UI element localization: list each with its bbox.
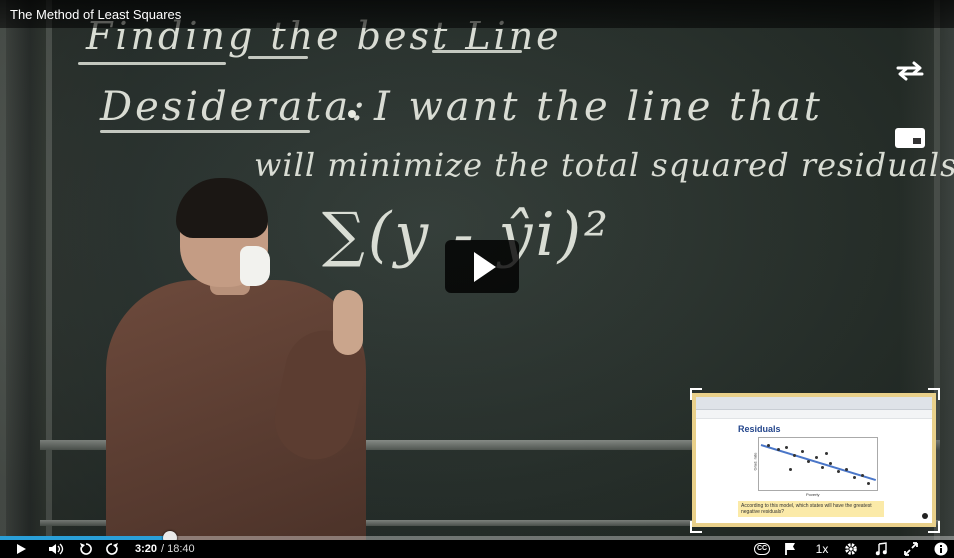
closed-captions-button[interactable]: CC [754, 543, 770, 555]
volume-icon[interactable] [46, 542, 66, 556]
duration: / 18:40 [161, 543, 195, 555]
play-icon[interactable] [12, 542, 30, 556]
pip-point [853, 476, 856, 479]
heading-underline-3 [432, 50, 522, 53]
pip-point [845, 468, 848, 471]
heading-underline-2 [248, 56, 308, 59]
flag-icon[interactable] [782, 542, 798, 556]
swap-arrows-icon[interactable] [894, 60, 926, 82]
rewind-10-icon[interactable] [78, 542, 94, 556]
title-bar: The Method of Least Squares [0, 0, 954, 28]
info-icon[interactable] [933, 542, 949, 556]
lecturer-hand [333, 290, 363, 355]
pip-slide-window[interactable]: Residuals Poverty Grad. rate According t… [692, 393, 936, 527]
pip-point [801, 450, 804, 453]
pip-point [785, 446, 788, 449]
forward-10-icon[interactable] [104, 542, 120, 556]
pip-corner-br [928, 521, 940, 533]
playback-speed-button[interactable]: 1x [812, 542, 832, 556]
pip-point [777, 448, 780, 451]
video-title: The Method of Least Squares [10, 7, 182, 22]
bullet-dot [348, 110, 356, 118]
pip-point [867, 482, 870, 485]
pip-scatter-plot [758, 437, 878, 491]
lecturer-mask [240, 246, 270, 286]
pip-point [793, 454, 796, 457]
pip-point [829, 462, 832, 465]
music-note-icon[interactable] [873, 542, 889, 556]
pip-point [815, 456, 818, 459]
pip-address-bar [696, 410, 932, 419]
pip-point [837, 470, 840, 473]
pip-point [789, 468, 792, 471]
heading-underline-1 [78, 62, 226, 65]
pip-y-label: Grad. rate [752, 452, 758, 471]
play-icon [474, 251, 496, 282]
pip-point [807, 460, 810, 463]
control-bar: 3:20 / 18:40 CC 1x [0, 540, 954, 558]
desiderata-label: Desiderata: [100, 84, 368, 130]
board-line-2: will minimize the total squared residual… [254, 146, 954, 184]
fullscreen-icon[interactable] [903, 542, 919, 556]
pip-point [861, 474, 864, 477]
picture-in-picture-icon[interactable] [894, 127, 926, 149]
current-time: 3:20 [135, 543, 158, 555]
gear-icon[interactable] [843, 542, 859, 556]
pip-corner-tl [690, 388, 702, 400]
pip-settings-icon[interactable] [922, 513, 928, 519]
pip-slide-title: Residuals [738, 424, 781, 434]
pip-point [767, 444, 770, 447]
pip-question: According to this model, which states wi… [738, 501, 884, 517]
pip-point [821, 466, 824, 469]
pip-x-label: Poverty [806, 492, 820, 497]
play-overlay-button[interactable] [445, 240, 519, 293]
desiderata-underline [100, 130, 310, 133]
board-line-1: I want the line that [374, 84, 823, 130]
pip-browser-tabs [696, 397, 932, 410]
pip-corner-bl [690, 521, 702, 533]
pip-point [825, 452, 828, 455]
video-player[interactable]: Finding the best Line Desiderata: I want… [0, 0, 954, 558]
pip-corner-tr [928, 388, 940, 400]
